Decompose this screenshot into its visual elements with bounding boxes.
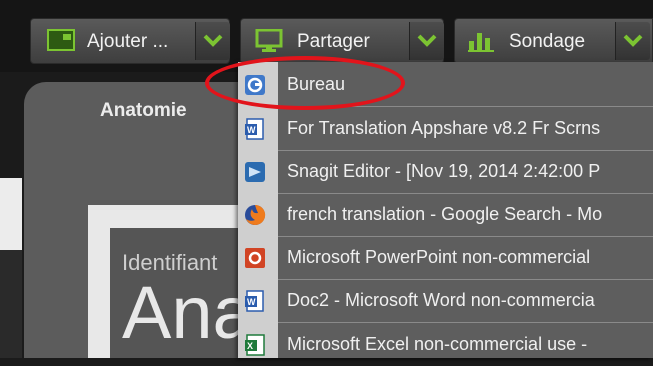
powerpoint-icon xyxy=(244,247,266,269)
menu-item-label: Snagit Editor - [Nov 19, 2014 2:42:00 P xyxy=(287,161,601,181)
chevron-down-icon xyxy=(203,34,223,47)
menu-item-label: french translation - Google Search - Mo xyxy=(287,204,603,224)
svg-text:W: W xyxy=(247,297,256,307)
add-screen-icon xyxy=(47,29,75,56)
bar-chart-icon xyxy=(467,29,495,58)
chevron-down-icon xyxy=(623,34,643,47)
menu-separator xyxy=(278,322,653,323)
slide-title-text: Ana xyxy=(122,271,254,354)
left-edge-dark xyxy=(0,250,22,358)
monitor-icon xyxy=(255,28,283,58)
word-doc-icon: W xyxy=(244,118,266,140)
excel-icon: X xyxy=(244,334,266,356)
share-button-label: Partager xyxy=(297,31,370,52)
poll-button[interactable]: Sondage xyxy=(454,18,653,64)
highlight-annotation xyxy=(205,56,405,110)
menu-item-powerpoint[interactable]: Microsoft PowerPoint non-commercial xyxy=(238,237,653,279)
menu-item-label: Doc2 - Microsoft Word non-commercia xyxy=(287,290,595,310)
left-edge xyxy=(0,178,22,250)
menu-item-label: For Translation Appshare v8.2 Fr Scrns xyxy=(287,118,601,138)
menu-item-firefox[interactable]: french translation - Google Search - Mo xyxy=(238,194,653,236)
menu-item-label: Microsoft PowerPoint non-commercial xyxy=(287,247,591,267)
svg-text:W: W xyxy=(247,125,256,135)
poll-button-label: Sondage xyxy=(509,31,586,52)
menu-item-word-doc2[interactable]: W Doc2 - Microsoft Word non-commercia xyxy=(238,280,653,322)
chevron-down-icon xyxy=(417,34,437,47)
menu-item-snagit[interactable]: Snagit Editor - [Nov 19, 2014 2:42:00 P xyxy=(238,151,653,193)
tab-anatomie[interactable]: Anatomie xyxy=(100,100,187,122)
add-button-label: Ajouter ... xyxy=(87,31,169,52)
menu-item-word-doc[interactable]: W For Translation Appshare v8.2 Fr Scrns xyxy=(238,108,653,150)
menu-item-excel[interactable]: X Microsoft Excel non-commercial use - xyxy=(238,324,653,366)
word-doc-icon: W xyxy=(244,290,266,312)
add-button[interactable]: Ajouter ... xyxy=(30,18,230,64)
poll-dropdown-toggle[interactable] xyxy=(615,22,650,60)
menu-item-label: Microsoft Excel non-commercial use - xyxy=(287,334,588,354)
svg-text:X: X xyxy=(247,341,253,351)
add-dropdown-toggle[interactable] xyxy=(195,22,230,60)
firefox-icon xyxy=(244,204,266,226)
share-dropdown-toggle[interactable] xyxy=(409,22,444,60)
snagit-icon xyxy=(244,161,266,183)
